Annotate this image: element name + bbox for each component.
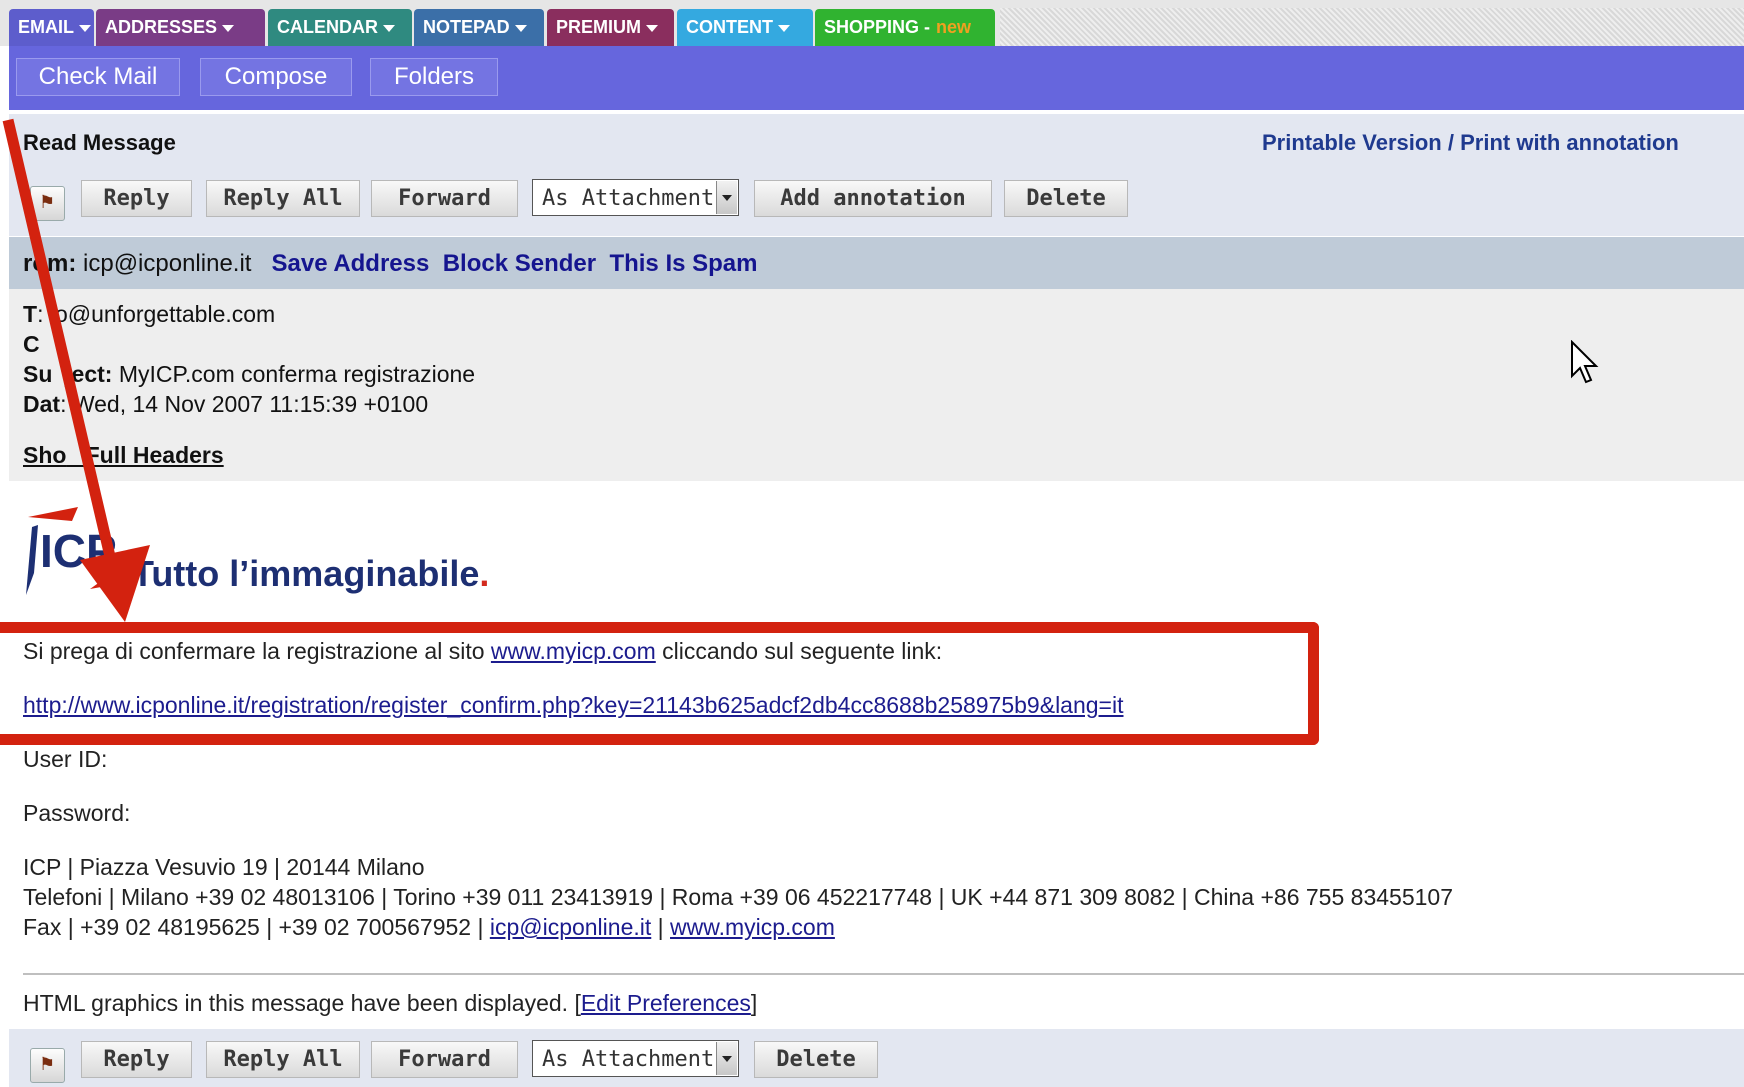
email-link[interactable]: icp@icponline.it	[490, 914, 651, 940]
divider	[23, 973, 1744, 975]
password-label: Password:	[23, 800, 131, 826]
tab-label: NOTEPAD	[423, 17, 510, 37]
notice-bracket: ]	[750, 990, 758, 1016]
delete-button-bottom[interactable]: Delete	[754, 1041, 878, 1078]
this-is-spam-link[interactable]: This Is Spam	[609, 250, 757, 277]
tagline-dot: .	[479, 553, 490, 594]
html-graphics-notice: HTML graphics in this message have been …	[23, 990, 757, 1017]
tab-shopping[interactable]: SHOPPING - new	[815, 9, 995, 46]
tagline-text: Tutto l’immaginabile	[132, 553, 480, 594]
tab-label: SHOPPING -	[824, 17, 931, 37]
arrow-head-icon	[80, 545, 150, 622]
arrow-shaft	[2, 118, 118, 567]
edit-preferences-link[interactable]: Edit Preferences	[581, 990, 751, 1016]
tab-label: CONTENT	[686, 17, 773, 37]
tab-content[interactable]: CONTENT	[677, 9, 813, 46]
fax-text: Fax | +39 02 48195625 | +39 02 700567952…	[23, 914, 490, 940]
flag-icon: ⚑	[39, 1054, 56, 1074]
print-with-annotation-link[interactable]: Print with annotation	[1460, 130, 1679, 155]
forward-button-bottom[interactable]: Forward	[371, 1041, 518, 1078]
reply-all-button[interactable]: Reply All	[206, 180, 360, 217]
annotation-arrow	[2, 118, 150, 622]
select-value: As Attachment	[542, 186, 715, 211]
tab-label: CALENDAR	[277, 17, 378, 37]
tab-premium[interactable]: PREMIUM	[547, 9, 674, 46]
new-badge: new	[936, 17, 972, 37]
logo-tagline: Tutto l’immaginabile.	[132, 553, 489, 595]
print-links: Printable Version / Print with annotatio…	[1262, 130, 1679, 156]
tab-calendar[interactable]: CALENDAR	[268, 9, 412, 46]
print-separator: /	[1447, 130, 1454, 155]
dropdown-arrow-icon	[716, 181, 737, 214]
add-annotation-button[interactable]: Add annotation	[754, 180, 992, 217]
tab-notepad[interactable]: NOTEPAD	[414, 9, 544, 46]
reply-all-button-bottom[interactable]: Reply All	[206, 1041, 360, 1078]
notice-text: HTML graphics in this message have been …	[23, 990, 581, 1016]
userid-label: User ID:	[23, 746, 108, 772]
reply-button-bottom[interactable]: Reply	[81, 1041, 192, 1078]
fax-line: Fax | +39 02 48195625 | +39 02 700567952…	[23, 914, 835, 941]
website-link[interactable]: www.myicp.com	[670, 914, 835, 940]
block-sender-link[interactable]: Block Sender	[443, 250, 596, 277]
forward-mode-select-bottom[interactable]: As Attachment	[532, 1040, 739, 1077]
cursor-shape	[1571, 340, 1599, 384]
dropdown-arrow-icon	[716, 1042, 737, 1075]
mouse-cursor-icon	[1571, 340, 1599, 384]
chevron-down-icon	[514, 24, 527, 32]
forward-button[interactable]: Forward	[371, 180, 518, 217]
chevron-down-icon	[778, 24, 790, 32]
annotation-highlight-box	[0, 622, 1319, 745]
flag-button-bottom[interactable]: ⚑	[30, 1048, 65, 1083]
tab-label: PREMIUM	[556, 17, 641, 37]
delete-button[interactable]: Delete	[1004, 180, 1128, 217]
address-line: ICP | Piazza Vesuvio 19 | 20144 Milano	[23, 854, 425, 880]
chevron-down-icon	[646, 24, 658, 32]
printable-version-link[interactable]: Printable Version	[1262, 130, 1442, 155]
folders-button[interactable]: Folders	[370, 58, 498, 96]
phones-line: Telefoni | Milano +39 02 48013106 | Tori…	[23, 884, 1453, 910]
chevron-down-icon	[383, 24, 395, 32]
compose-button[interactable]: Compose	[200, 58, 352, 96]
chevron-down-icon	[222, 24, 235, 32]
forward-mode-select[interactable]: As Attachment	[532, 179, 739, 216]
tab-strip-background	[1000, 8, 1744, 46]
fax-separator: |	[651, 914, 671, 940]
save-address-link[interactable]: Save Address	[271, 250, 429, 277]
select-value: As Attachment	[542, 1047, 715, 1072]
